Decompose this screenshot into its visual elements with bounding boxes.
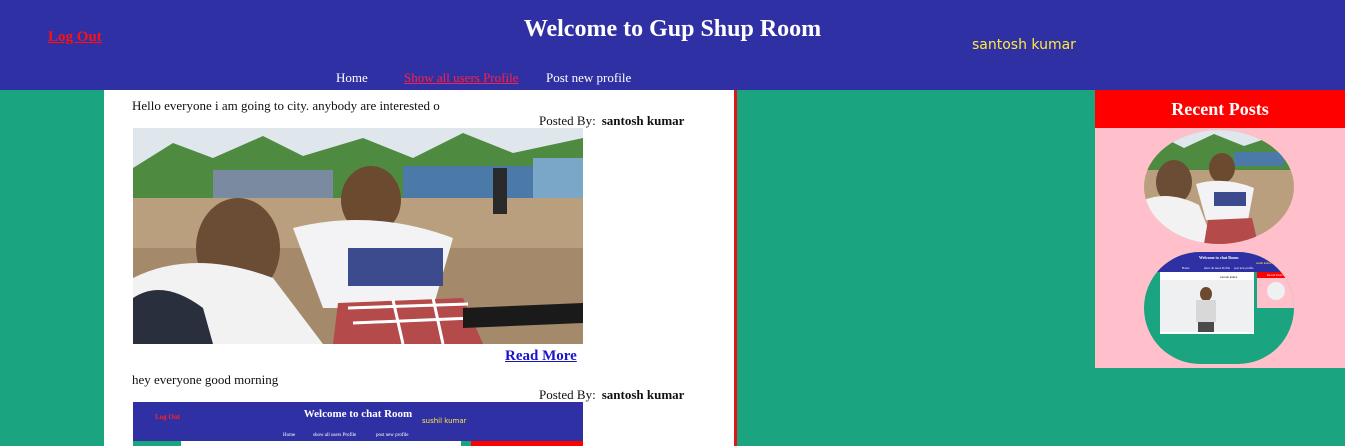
thumb-title: Welcome to chat Room [303, 408, 413, 420]
posted-by-label: Posted By: [539, 387, 596, 402]
read-more-link[interactable]: Read More [505, 348, 577, 365]
posted-by: Posted By: santosh kumar [539, 387, 684, 403]
post-feed: Hello everyone i am going to city. anybo… [104, 90, 734, 446]
posted-by-label: Posted By: [539, 113, 596, 128]
column-divider [734, 90, 737, 446]
page-title: Welcome to Gup Shup Room [523, 16, 822, 42]
post-author: santosh kumar [601, 387, 685, 402]
nav-show-profiles-link[interactable]: Show all users Profile [404, 70, 518, 86]
thumb-nav-home: Home [283, 433, 296, 438]
thumb-nav-post: post new profile [376, 433, 409, 438]
thumb-poster: santosh kumar [1220, 275, 1238, 279]
recent-posts-title: Recent Posts [1095, 90, 1345, 128]
thumb-title: Welcome to chat Room [1199, 255, 1239, 260]
post-text: hey everyone good morning [132, 372, 279, 387]
recent-posts-panel: Recent Posts Welcome to chat Room sushil… [1095, 90, 1345, 368]
thumb-nav-home: Home [1182, 266, 1190, 270]
post-text: Hello everyone i am going to city. anybo… [132, 98, 440, 113]
main-nav: Home Show all users Profile Post new pro… [0, 70, 1345, 86]
nav-home-link[interactable]: Home [336, 70, 368, 86]
nav-post-profile-link[interactable]: Post new profile [546, 70, 631, 86]
thumb-recent-label: Recent Posts [1267, 273, 1283, 277]
post-photo [133, 128, 583, 344]
thumb-nav-post: post new profile [1234, 266, 1254, 270]
thumb-username: sushil kumar [422, 417, 467, 425]
thumb-nav-show: show all users Profile [313, 433, 357, 438]
recent-post-thumbnail[interactable]: Welcome to chat Room sushil kumar Home s… [1144, 252, 1294, 364]
current-username: santosh kumar [972, 37, 1076, 53]
post-screenshot-image: Log Out Welcome to chat Room sushil kuma… [133, 402, 583, 446]
post-author: santosh kumar [601, 113, 685, 128]
thumb-nav-show: show all users Profile [1204, 266, 1230, 270]
site-header: Log Out Welcome to Gup Shup Room santosh… [0, 0, 1345, 90]
thumb-username: sushil kumar [1256, 261, 1272, 265]
posted-by: Posted By: santosh kumar [539, 113, 684, 129]
recent-post-thumbnail[interactable] [1144, 130, 1294, 244]
